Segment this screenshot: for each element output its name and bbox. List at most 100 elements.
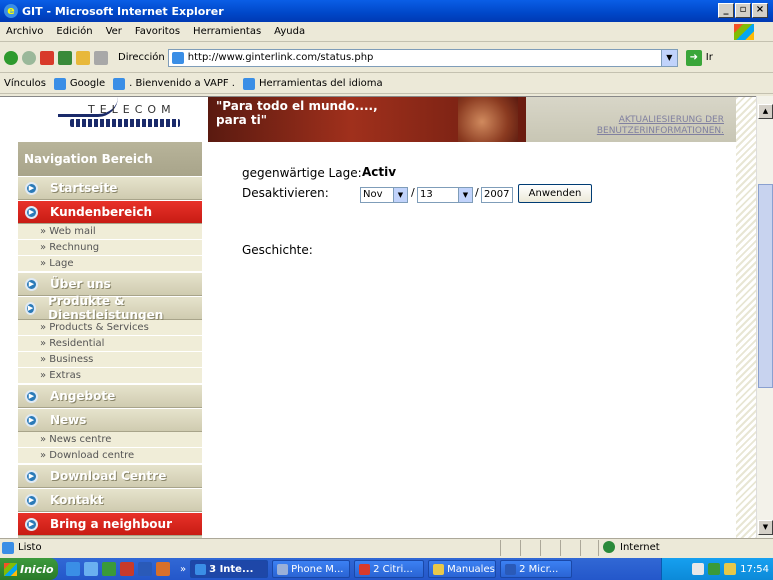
status-divider: [540, 540, 541, 556]
link-idioma[interactable]: Herramientas del idioma: [242, 77, 383, 90]
home-icon[interactable]: [76, 50, 90, 65]
go-button[interactable]: Ir: [706, 52, 713, 63]
scroll-up-icon[interactable]: ▲: [758, 104, 773, 119]
nav-sub-residential[interactable]: » Residential: [18, 336, 202, 352]
nav-download-centre[interactable]: ▶ Download Centre: [18, 464, 202, 488]
nav-label: News: [50, 413, 87, 427]
status-value: Activ: [362, 165, 397, 179]
nav-startseite[interactable]: ▶ Startseite: [18, 176, 202, 200]
scroll-down-icon[interactable]: ▼: [758, 520, 773, 535]
nav-sub-webmail[interactable]: » Web mail: [18, 224, 202, 240]
header-banner: "Para todo el mundo...., para ti": [208, 97, 526, 142]
arrow-bullet-icon: ▶: [25, 389, 38, 403]
go-arrow-icon[interactable]: ➜: [685, 49, 702, 66]
decorative-stripe: [736, 97, 756, 538]
apply-button[interactable]: Anwenden: [518, 184, 592, 203]
chevron-down-icon[interactable]: ▼: [393, 188, 407, 202]
menu-archivo[interactable]: Archivo: [6, 26, 43, 37]
close-button[interactable]: ×: [752, 3, 768, 18]
link-vapf[interactable]: . Bienvenido a VAPF .: [113, 77, 235, 90]
task-manuales[interactable]: Manuales: [428, 560, 497, 578]
scroll-thumb[interactable]: [758, 184, 773, 388]
stop-icon[interactable]: [40, 50, 54, 65]
status-label: gegenwärtige Lage:: [242, 166, 362, 180]
nav-kundenbereich[interactable]: ▶ Kundenbereich: [18, 200, 202, 224]
back-icon[interactable]: [4, 50, 18, 65]
nav-produkte[interactable]: ▶ Produkte & Dienstleistungen: [18, 294, 202, 322]
ie-link-icon: [113, 77, 126, 90]
nav-sub-business[interactable]: » Business: [18, 352, 202, 368]
year-input[interactable]: 2007: [481, 187, 513, 203]
menu-favoritos[interactable]: Favoritos: [135, 26, 180, 37]
nav-sub-products[interactable]: » Products & Services: [18, 320, 202, 336]
menu-edicion[interactable]: Edición: [56, 26, 92, 37]
arrow-bullet-icon: ▶: [25, 181, 38, 195]
update-user-info-link[interactable]: AKTUALIESIERUNG DER BENUTZERINFORMATIONE…: [526, 97, 736, 142]
nav-sub-download-centre[interactable]: » Download centre: [18, 448, 202, 464]
nav-sub-extras[interactable]: » Extras: [18, 368, 202, 384]
forward-icon[interactable]: [22, 50, 36, 65]
status-bar: Listo Internet: [0, 538, 773, 556]
nav-bring-a-neighbour[interactable]: ▶ Bring a neighbour: [18, 512, 202, 536]
window-titlebar[interactable]: e GIT - Microsoft Internet Explorer _ ▫ …: [0, 0, 773, 22]
refresh-icon[interactable]: [58, 50, 72, 65]
day-select[interactable]: 13 ▼: [417, 187, 473, 203]
link-label: Google: [69, 78, 106, 89]
more-quicklaunch-icon[interactable]: »: [180, 564, 186, 575]
nav-sub-rechnung[interactable]: » Rechnung: [18, 240, 202, 256]
window-title: GIT - Microsoft Internet Explorer: [22, 4, 224, 18]
arrow-bullet-icon: ▶: [25, 205, 38, 219]
menu-ver[interactable]: Ver: [106, 26, 122, 37]
links-label: Vínculos: [4, 78, 46, 89]
address-label: Dirección: [118, 52, 165, 63]
ppt-quicklaunch-icon[interactable]: [156, 562, 170, 576]
address-input[interactable]: http://www.ginterlink.com/status.php ▼: [167, 48, 678, 67]
task-phone[interactable]: Phone M...: [272, 560, 351, 578]
start-button[interactable]: Inicio: [0, 558, 58, 580]
ie-icon: [195, 563, 207, 575]
menu-herramientas[interactable]: Herramientas: [193, 26, 261, 37]
maximize-button[interactable]: ▫: [735, 3, 751, 18]
excel-quicklaunch-icon[interactable]: [102, 562, 116, 576]
citrix-icon: [359, 563, 371, 575]
volume-icon[interactable]: [724, 563, 737, 575]
status-divider: [500, 540, 501, 556]
menu-ayuda[interactable]: Ayuda: [274, 26, 305, 37]
ie-quicklaunch-icon[interactable]: [66, 562, 80, 576]
outlook-quicklaunch-icon[interactable]: [84, 562, 98, 576]
menu-bar: Archivo Edición Ver Favoritos Herramient…: [0, 22, 773, 42]
zone-label: Internet: [620, 542, 660, 553]
links-bar: Vínculos Google . Bienvenido a VAPF . He…: [0, 74, 773, 94]
nav-news[interactable]: ▶ News: [18, 408, 202, 432]
extra-icon[interactable]: [94, 50, 108, 65]
nav-ueber-uns[interactable]: ▶ Über uns: [18, 272, 202, 296]
minimize-button[interactable]: _: [718, 3, 734, 18]
status-divider: [520, 540, 521, 556]
ie-link-icon: [242, 77, 255, 90]
network-icon[interactable]: [708, 563, 721, 575]
nav-sub-lage[interactable]: » Lage: [18, 256, 202, 272]
arrow-bullet-icon: ▶: [25, 277, 38, 291]
nav-kontakt[interactable]: ▶ Kontakt: [18, 488, 202, 512]
start-label: Inicio: [20, 562, 54, 576]
toolbar: Dirección http://www.ginterlink.com/stat…: [0, 43, 773, 73]
acrobat-quicklaunch-icon[interactable]: [120, 562, 134, 576]
arrow-bullet-icon: ▶: [25, 413, 38, 427]
chevron-down-icon[interactable]: ▼: [458, 188, 472, 202]
task-word[interactable]: 2 Micr...: [500, 560, 573, 578]
internet-zone-icon: [603, 541, 615, 553]
link-google[interactable]: Google: [53, 77, 106, 90]
tray-app-icon[interactable]: [692, 563, 705, 575]
task-citrix[interactable]: 2 Citri...: [354, 560, 425, 578]
task-ie[interactable]: 3 Inte...: [190, 560, 269, 578]
nav-angebote[interactable]: ▶ Angebote: [18, 384, 202, 408]
task-label: 2 Citri...: [373, 563, 413, 575]
word-quicklaunch-icon[interactable]: [138, 562, 152, 576]
month-select[interactable]: Nov ▼: [360, 187, 408, 203]
vertical-scrollbar[interactable]: ▲ ▼: [756, 96, 773, 538]
system-tray: 17:54: [661, 558, 773, 580]
address-dropdown-icon[interactable]: ▼: [660, 49, 677, 66]
nav-label: Download Centre: [50, 469, 167, 483]
update-link-line1: AKTUALIESIERUNG DER: [618, 115, 724, 125]
nav-sub-news-centre[interactable]: » News centre: [18, 432, 202, 448]
